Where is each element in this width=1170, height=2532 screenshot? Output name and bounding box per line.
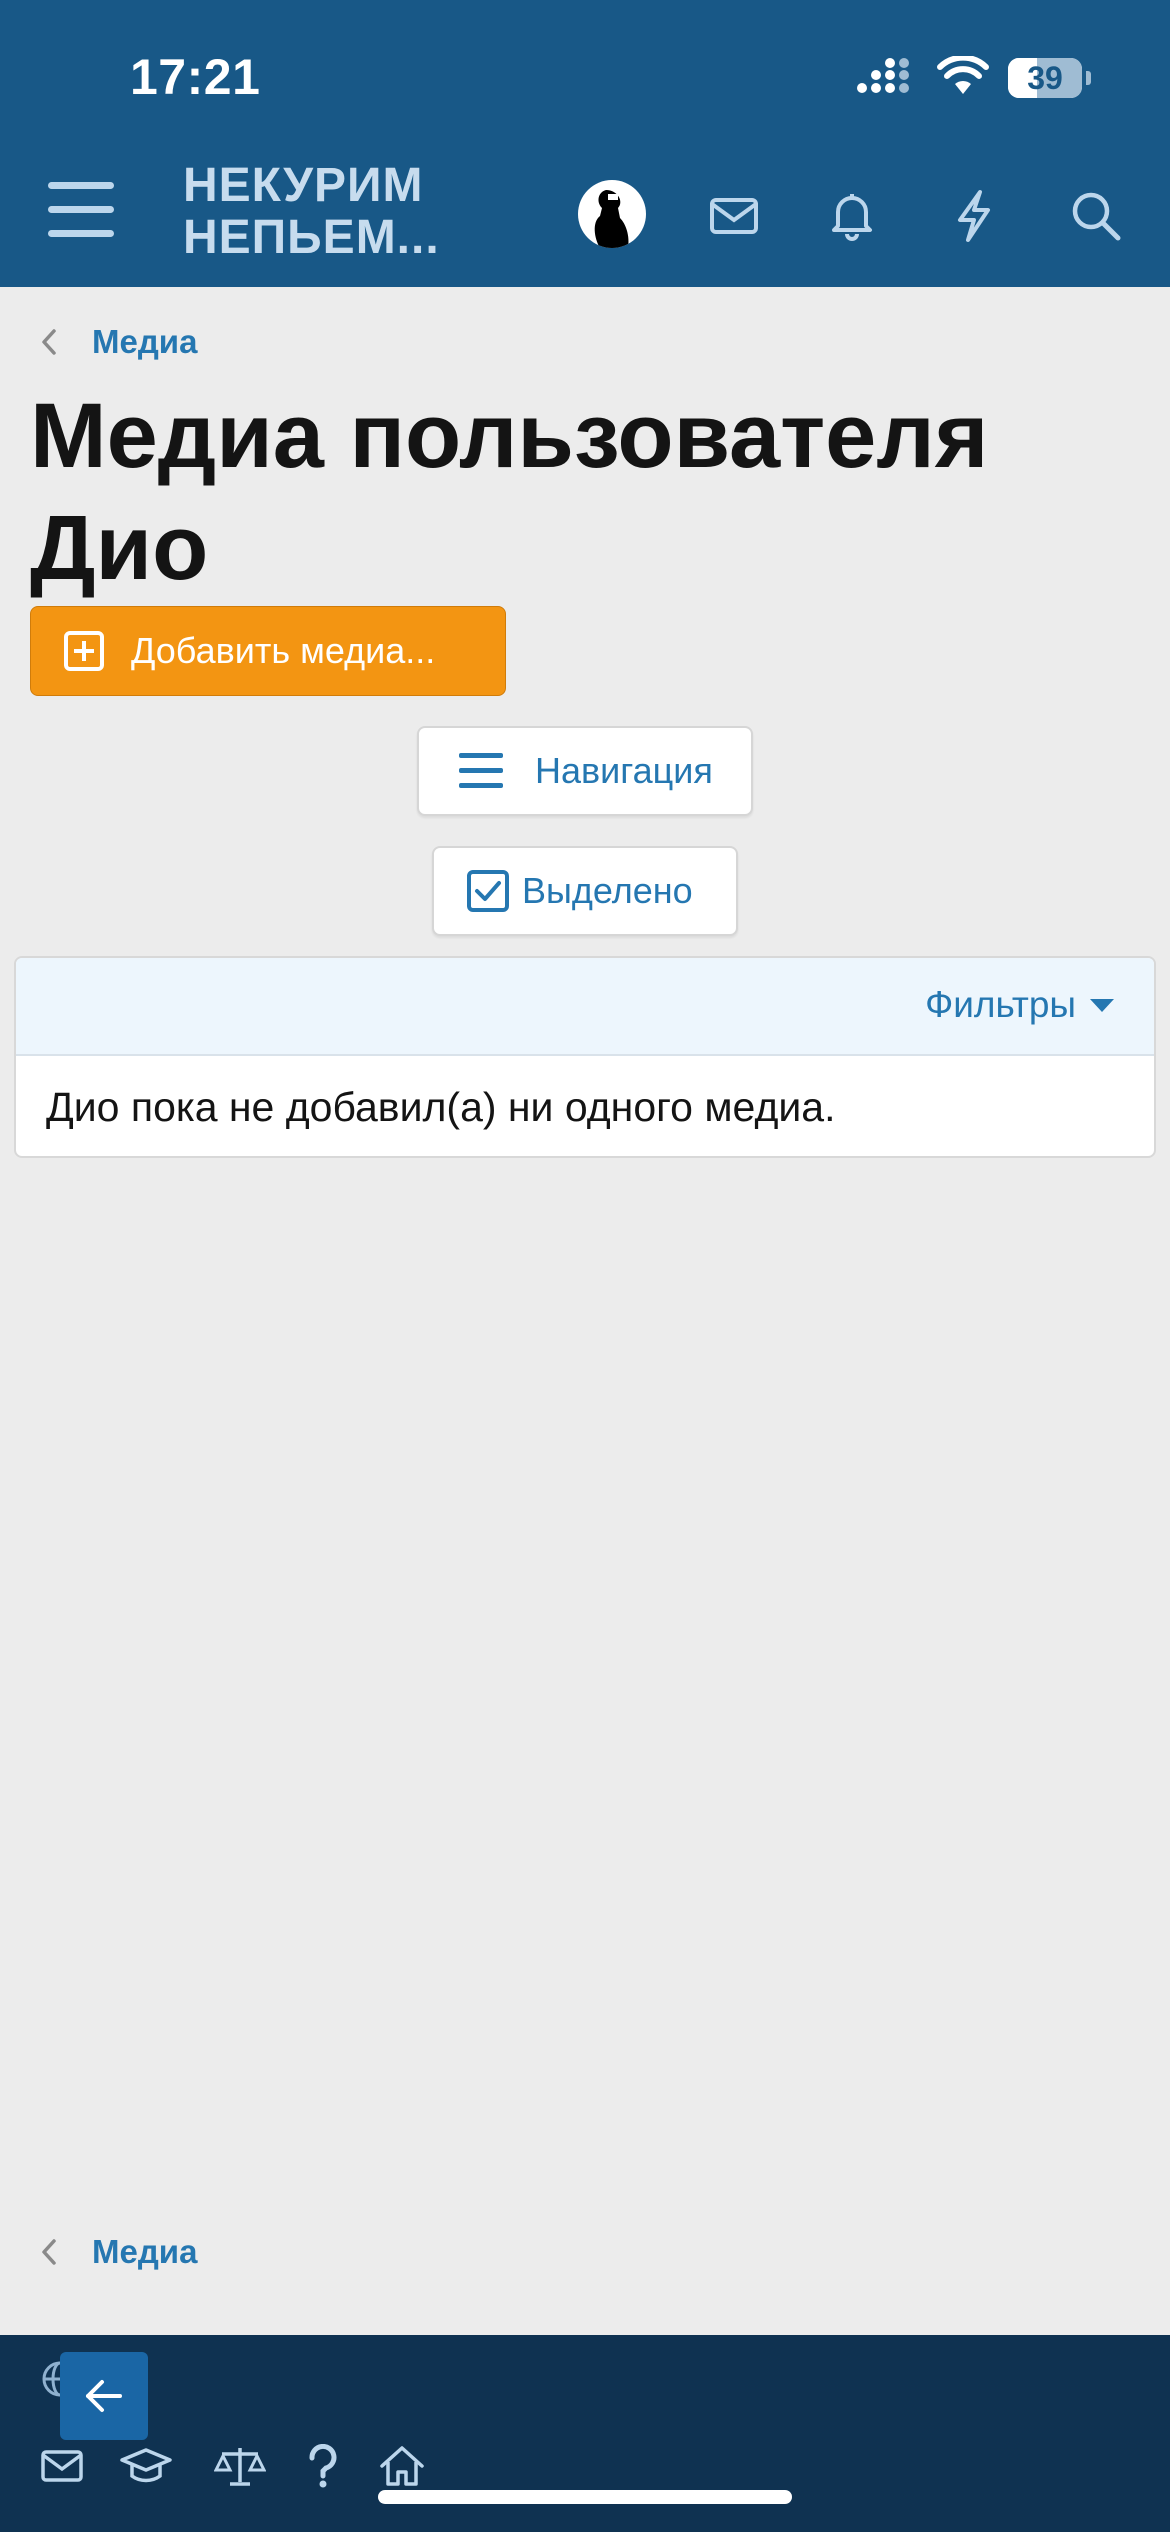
add-media-label: Добавить медиа...	[131, 630, 436, 671]
avatar[interactable]	[578, 180, 646, 248]
list-icon	[459, 753, 503, 788]
battery-percent: 39	[1027, 60, 1063, 96]
caret-down-icon	[1090, 998, 1114, 1012]
breadcrumb-label[interactable]: Медиа	[92, 323, 197, 361]
media-list-block: Фильтры Дио пока не добавил(а) ни одного…	[14, 956, 1156, 1158]
filters-dropdown[interactable]: Фильтры	[925, 984, 1114, 1026]
question-icon[interactable]	[306, 2444, 340, 2488]
chevron-left-icon	[42, 2239, 56, 2265]
top-header: 17:21 39 НЕКУРИМ НЕПЬЕМ...	[0, 0, 1170, 287]
checkbox-checked-icon	[467, 870, 509, 912]
navigation-label: Навигация	[535, 750, 713, 791]
wifi-icon	[937, 56, 989, 94]
battery-icon: 39	[1008, 58, 1091, 98]
arrow-left-icon	[86, 2380, 122, 2412]
filters-label: Фильтры	[925, 984, 1076, 1025]
bell-icon[interactable]	[824, 188, 880, 244]
page-title: Медиа пользователя Дио	[30, 385, 989, 599]
lightning-icon[interactable]	[946, 188, 1002, 244]
breadcrumb-label[interactable]: Медиа	[92, 2233, 197, 2271]
chevron-left-icon	[42, 329, 56, 355]
menu-icon[interactable]	[48, 182, 114, 238]
scales-icon[interactable]	[214, 2444, 266, 2488]
logo-line-1: НЕКУРИМ	[183, 159, 424, 212]
home-icon[interactable]	[378, 2444, 426, 2488]
navigation-button[interactable]: Навигация	[417, 726, 753, 816]
status-time: 17:21	[130, 49, 261, 105]
breadcrumb-bottom[interactable]: Медиа	[36, 2230, 197, 2274]
envelope-icon[interactable]	[40, 2444, 84, 2488]
home-indicator[interactable]	[378, 2490, 792, 2504]
selected-label: Выделено	[522, 870, 693, 911]
selected-button[interactable]: Выделено	[432, 846, 738, 936]
logo-line-2: НЕПЬЕМ...	[183, 211, 440, 264]
add-media-button[interactable]: Добавить медиа...	[30, 606, 506, 696]
breadcrumb[interactable]: Медиа	[36, 320, 197, 364]
plus-square-icon	[64, 631, 104, 671]
mail-icon[interactable]	[706, 188, 762, 244]
empty-message: Дио пока не добавил(а) ни одного медиа.	[46, 1084, 836, 1130]
graduation-cap-icon[interactable]	[120, 2444, 172, 2488]
site-logo[interactable]: НЕКУРИМ НЕПЬЕМ...	[183, 160, 443, 264]
back-to-top-button[interactable]	[60, 2352, 148, 2440]
cellular-signal-icon	[857, 58, 909, 93]
search-icon[interactable]	[1068, 188, 1124, 244]
filter-bar: Фильтры	[16, 958, 1154, 1056]
